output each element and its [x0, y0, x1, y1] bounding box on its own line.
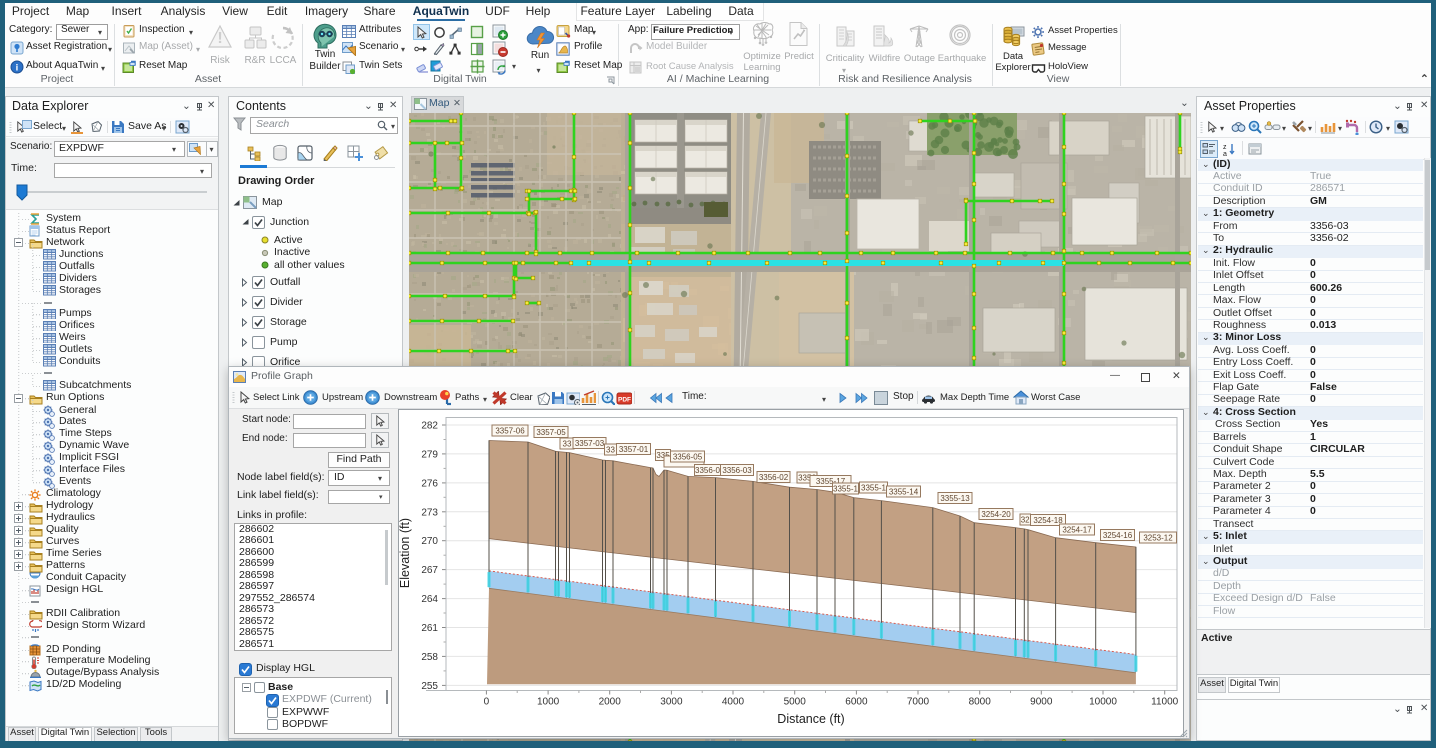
svg-text:3254-17: 3254-17 [1062, 526, 1092, 535]
svg-text:5000: 5000 [784, 697, 807, 708]
svg-text:6000: 6000 [845, 697, 868, 708]
svg-text:3357-01: 3357-01 [619, 445, 649, 454]
svg-text:10000: 10000 [1089, 697, 1117, 708]
svg-text:2000: 2000 [599, 697, 622, 708]
svg-text:273: 273 [421, 507, 438, 518]
svg-text:11000: 11000 [1151, 697, 1179, 708]
svg-text:0: 0 [484, 697, 490, 708]
svg-text:4000: 4000 [722, 697, 745, 708]
svg-text:33: 33 [563, 440, 572, 449]
svg-text:!: ! [217, 29, 222, 47]
svg-text:33: 33 [606, 446, 615, 455]
svg-text:279: 279 [421, 449, 438, 460]
svg-text:3254-16: 3254-16 [1103, 531, 1133, 540]
svg-text:Elevation (ft): Elevation (ft) [398, 518, 412, 588]
svg-text:8000: 8000 [969, 697, 992, 708]
svg-text:3355-1: 3355-1 [833, 485, 858, 494]
svg-text:32: 32 [1021, 516, 1030, 525]
svg-text:PDF: PDF [618, 397, 631, 404]
svg-text:258: 258 [421, 652, 438, 663]
svg-text:3254-18: 3254-18 [1033, 516, 1063, 525]
svg-text:3356-0: 3356-0 [695, 466, 720, 475]
svg-text:276: 276 [421, 478, 438, 489]
svg-text:3356-02: 3356-02 [759, 473, 789, 482]
svg-text:7000: 7000 [907, 697, 930, 708]
svg-text:1000: 1000 [537, 697, 560, 708]
svg-text:261: 261 [421, 623, 438, 634]
svg-text:264: 264 [421, 594, 438, 605]
svg-text:3000: 3000 [660, 697, 683, 708]
svg-text:3356-03: 3356-03 [722, 466, 752, 475]
svg-text:Distance (ft): Distance (ft) [777, 712, 844, 726]
svg-text:267: 267 [421, 565, 438, 576]
svg-text:3357-03: 3357-03 [575, 439, 605, 448]
svg-text:282: 282 [421, 421, 438, 432]
svg-text:9000: 9000 [1030, 697, 1053, 708]
svg-text:3356-05: 3356-05 [673, 453, 703, 462]
svg-text:z: z [1223, 144, 1227, 151]
svg-text:i: i [16, 63, 19, 74]
svg-text:3355-1: 3355-1 [861, 484, 886, 493]
svg-text:270: 270 [421, 536, 438, 547]
svg-text:3357-05: 3357-05 [536, 428, 566, 437]
svg-text:3355-14: 3355-14 [889, 488, 919, 497]
svg-text:a: a [1223, 151, 1227, 156]
svg-text:3355-13: 3355-13 [940, 494, 970, 503]
svg-text:3253-12: 3253-12 [1143, 534, 1173, 543]
svg-text:3254-20: 3254-20 [981, 510, 1011, 519]
svg-text:3357-06: 3357-06 [495, 427, 525, 436]
